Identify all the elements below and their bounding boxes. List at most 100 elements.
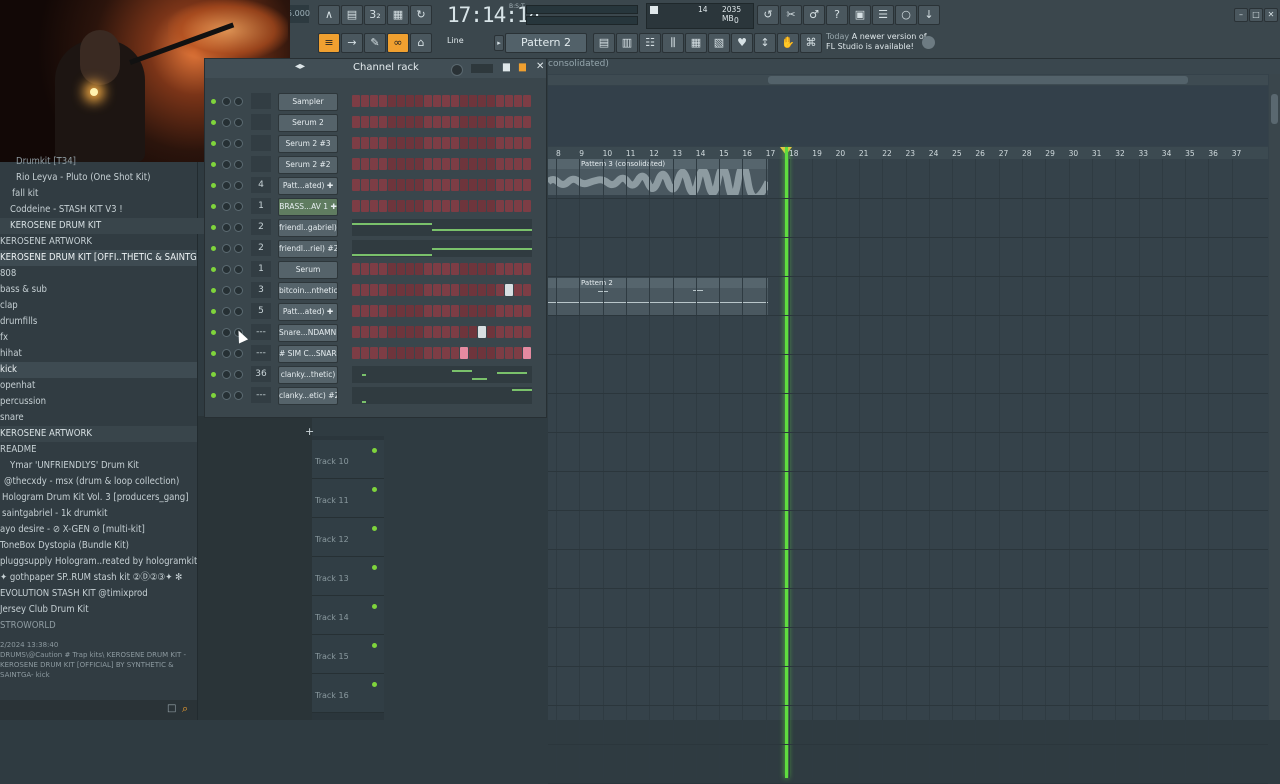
channel-mixer-track[interactable]: 1 [251, 198, 271, 214]
channel-rack-icon[interactable]: ▦ [685, 33, 707, 53]
step-button[interactable] [370, 95, 378, 107]
channel-mute-led[interactable] [211, 351, 216, 356]
channel-mute-led[interactable] [211, 204, 216, 209]
step-button[interactable] [460, 263, 468, 275]
step-button[interactable] [424, 179, 432, 191]
step-button[interactable] [361, 263, 369, 275]
step-button[interactable] [415, 158, 423, 170]
channel-name-button[interactable]: Serum 2 [278, 114, 338, 132]
step-button[interactable] [478, 305, 486, 317]
maximize-icon[interactable]: □ [1249, 8, 1263, 22]
step-button[interactable] [388, 284, 396, 296]
step-button[interactable] [379, 179, 387, 191]
track-enable-led[interactable] [372, 682, 377, 687]
channel-volume-knob[interactable] [234, 244, 243, 253]
channel-name-button[interactable]: clanky...thetic) [278, 366, 338, 384]
channel-row[interactable]: 1 Serum [205, 259, 546, 280]
step-button[interactable] [433, 284, 441, 296]
step-view-toggle-icon[interactable]: ▆ [519, 62, 526, 72]
graph-editor-toggle[interactable] [471, 64, 493, 73]
step-button[interactable] [433, 347, 441, 359]
step-button[interactable] [406, 326, 414, 338]
channel-row[interactable]: --- # SIM C...SNARE [205, 343, 546, 364]
step-button[interactable] [406, 200, 414, 212]
channel-mute-led[interactable] [211, 246, 216, 251]
step-button[interactable] [523, 116, 531, 128]
step-button[interactable] [388, 305, 396, 317]
step-button[interactable] [370, 326, 378, 338]
step-button[interactable] [451, 137, 459, 149]
step-button[interactable] [433, 95, 441, 107]
step-button[interactable] [523, 347, 531, 359]
browser-item[interactable]: @thecxdy - msx (drum & loop collection) [0, 474, 201, 490]
shop-icon[interactable]: ⌘ [800, 33, 822, 53]
step-button[interactable] [388, 347, 396, 359]
step-button[interactable] [406, 116, 414, 128]
browser-item[interactable]: kick [0, 362, 197, 378]
track-header[interactable]: Track 14 [312, 596, 384, 635]
step-button[interactable] [397, 326, 405, 338]
channel-pan-knob[interactable] [222, 307, 231, 316]
clip-pattern-2[interactable]: Pattern 2 [548, 278, 768, 316]
step-button[interactable] [433, 179, 441, 191]
step-button[interactable] [361, 95, 369, 107]
channel-volume-knob[interactable] [234, 118, 243, 127]
step-button[interactable] [433, 263, 441, 275]
step-button[interactable] [397, 347, 405, 359]
channel-row[interactable]: 3 bitcoin...nthetic) [205, 280, 546, 301]
channel-volume-knob[interactable] [234, 286, 243, 295]
step-button[interactable] [433, 158, 441, 170]
folder-icon[interactable]: □ [167, 703, 176, 714]
channel-row[interactable]: Serum 2 #2 [205, 154, 546, 175]
step-button[interactable] [406, 284, 414, 296]
step-button[interactable] [388, 179, 396, 191]
touch-icon[interactable]: ✋ [777, 33, 799, 53]
step-button[interactable] [370, 305, 378, 317]
step-button[interactable] [478, 347, 486, 359]
track-enable-led[interactable] [372, 643, 377, 648]
channel-row[interactable]: Sampler [205, 91, 546, 112]
pencil-icon[interactable]: ✎ [364, 33, 386, 53]
step-button[interactable] [514, 158, 522, 170]
step-button[interactable] [370, 116, 378, 128]
step-button[interactable] [379, 95, 387, 107]
channel-mixer-track[interactable]: 3 [251, 282, 271, 298]
clip-pattern-3[interactable]: Pattern 3 (consolidated) [548, 159, 768, 195]
step-button[interactable] [505, 179, 513, 191]
browser-item[interactable]: snare [0, 410, 197, 426]
step-button[interactable] [370, 347, 378, 359]
step-button[interactable] [514, 137, 522, 149]
channel-row[interactable]: 2 friendl..gabriel) [205, 217, 546, 238]
channel-mixer-track[interactable] [251, 135, 271, 151]
channel-row[interactable]: 5 Patt...ated) ✚ [205, 301, 546, 322]
step-button[interactable] [478, 284, 486, 296]
step-button[interactable] [496, 305, 504, 317]
step-button[interactable] [424, 116, 432, 128]
step-button[interactable] [370, 263, 378, 275]
step-button[interactable] [379, 116, 387, 128]
step-button[interactable] [496, 95, 504, 107]
step-button[interactable] [478, 116, 486, 128]
step-button[interactable] [352, 116, 360, 128]
channel-volume-knob[interactable] [234, 160, 243, 169]
step-button[interactable] [469, 284, 477, 296]
channel-mute-led[interactable] [211, 183, 216, 188]
step-button[interactable] [361, 347, 369, 359]
step-button[interactable] [406, 95, 414, 107]
step-button[interactable] [505, 326, 513, 338]
step-sequencer[interactable] [352, 284, 532, 297]
step-button[interactable] [505, 95, 513, 107]
step-button[interactable] [361, 116, 369, 128]
step-button[interactable] [469, 326, 477, 338]
step-button[interactable] [406, 137, 414, 149]
step-sequencer[interactable] [352, 347, 532, 360]
step-button[interactable] [505, 347, 513, 359]
browser-item[interactable]: openhat [0, 378, 197, 394]
channel-name-button[interactable]: friendl...riel) #2 [278, 240, 338, 258]
step-button[interactable] [415, 326, 423, 338]
track-header[interactable]: Track 15 [312, 635, 384, 674]
channel-pan-knob[interactable] [222, 139, 231, 148]
step-button[interactable] [397, 284, 405, 296]
step-sequencer[interactable] [352, 179, 532, 192]
channel-name-button[interactable]: # SIM C...SNARE [278, 345, 338, 363]
